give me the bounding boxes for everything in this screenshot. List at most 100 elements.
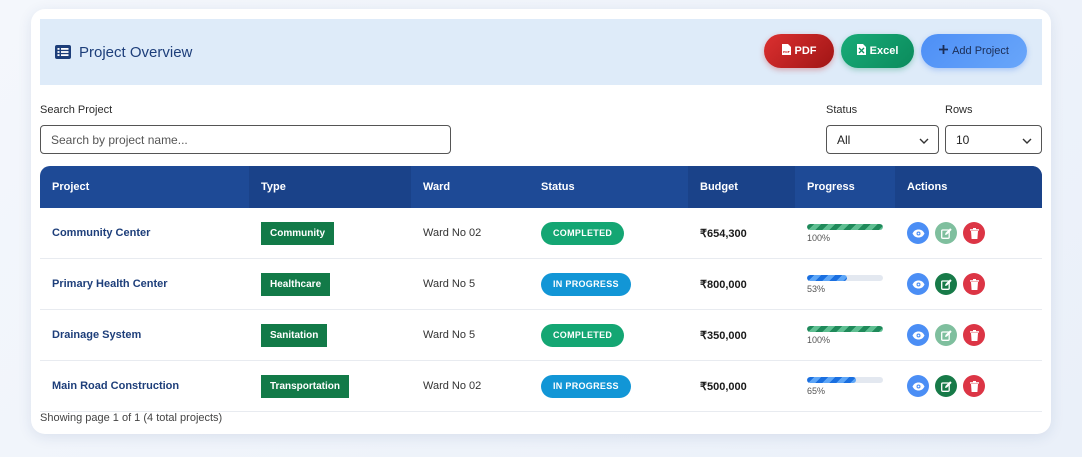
progress: 100% (807, 325, 883, 345)
export-pdf-button[interactable]: PDF PDF (764, 34, 834, 68)
progress-track (807, 325, 883, 332)
edit-button[interactable] (935, 375, 957, 397)
actions-cell (895, 310, 1042, 360)
progress-cell: 100% (795, 208, 895, 258)
column-header: Actions (895, 166, 1042, 208)
ward-cell: Ward No 02 (411, 361, 529, 411)
edit-button[interactable] (935, 222, 957, 244)
project-cell: Primary Health Center (40, 259, 249, 309)
progress-label: 65% (807, 385, 826, 396)
table-row: Main Road Construction Transportation Wa… (40, 361, 1042, 412)
budget-cell: ₹500,000 (688, 361, 795, 411)
edit-button[interactable] (935, 324, 957, 346)
budget-value: ₹500,000 (700, 380, 747, 393)
progress-fill (807, 274, 848, 281)
ward-text: Ward No 5 (423, 278, 476, 290)
export-excel-button[interactable]: Excel (841, 34, 914, 68)
column-header[interactable]: Status (529, 166, 688, 208)
table-body: Community Center Community Ward No 02 CO… (40, 208, 1042, 412)
budget-value: ₹800,000 (700, 278, 747, 291)
view-button[interactable] (907, 273, 929, 295)
ward-cell: Ward No 5 (411, 259, 529, 309)
status-badge: COMPLETED (541, 323, 625, 347)
status-badge: COMPLETED (541, 221, 625, 245)
chevron-down-icon (1022, 133, 1032, 147)
progress-track (807, 274, 883, 281)
status-cell: IN PROGRESS (529, 259, 688, 309)
edit-icon (940, 329, 952, 341)
view-button[interactable] (907, 324, 929, 346)
type-badge: Community (261, 221, 334, 245)
status-filter-label: Status (826, 104, 858, 116)
type-cell: Transportation (249, 361, 411, 411)
actions-cell (895, 361, 1042, 411)
column-header[interactable]: Budget (688, 166, 795, 208)
trash-icon (969, 329, 979, 341)
eye-icon (912, 382, 924, 390)
progress-cell: 100% (795, 310, 895, 360)
edit-button[interactable] (935, 273, 957, 295)
view-button[interactable] (907, 222, 929, 244)
column-header[interactable]: Type (249, 166, 411, 208)
page-title: Project Overview (79, 43, 193, 61)
project-name[interactable]: Community Center (52, 227, 150, 239)
eye-icon (912, 229, 924, 237)
view-button[interactable] (907, 375, 929, 397)
column-header[interactable]: Project (40, 166, 249, 208)
delete-button[interactable] (963, 222, 985, 244)
chevron-down-icon (919, 133, 929, 147)
ward-text: Ward No 02 (423, 380, 482, 392)
trash-icon (969, 278, 979, 290)
table-row: Drainage System Sanitation Ward No 5 COM… (40, 310, 1042, 361)
ward-text: Ward No 02 (423, 227, 482, 239)
type-cell: Sanitation (249, 310, 411, 360)
column-header[interactable]: Ward (411, 166, 529, 208)
add-project-button[interactable]: Add Project (921, 34, 1027, 68)
card-header: Project Overview PDF PDF Excel Add Proje… (40, 19, 1042, 85)
rows-select[interactable]: 10 (945, 125, 1042, 154)
project-name[interactable]: Drainage System (52, 329, 141, 341)
row-actions (907, 324, 985, 346)
ward-cell: Ward No 02 (411, 208, 529, 258)
edit-icon (940, 278, 952, 290)
projects-table: Project Type Ward Status Budget Progress… (40, 166, 1042, 412)
status-cell: COMPLETED (529, 310, 688, 360)
delete-button[interactable] (963, 324, 985, 346)
project-name[interactable]: Primary Health Center (52, 278, 168, 290)
status-select-value: All (837, 132, 851, 147)
progress-fill (807, 223, 883, 230)
type-cell: Community (249, 208, 411, 258)
excel-file-icon (856, 44, 866, 58)
project-name[interactable]: Main Road Construction (52, 380, 179, 392)
status-select[interactable]: All (826, 125, 939, 154)
list-icon (55, 45, 71, 59)
project-cell: Main Road Construction (40, 361, 249, 411)
project-cell: Drainage System (40, 310, 249, 360)
type-badge: Sanitation (261, 323, 328, 347)
table-header: Project Type Ward Status Budget Progress… (40, 166, 1042, 208)
progress-label: 100% (807, 334, 831, 345)
progress: 53% (807, 274, 883, 294)
svg-text:PDF: PDF (783, 50, 790, 54)
eye-icon (912, 280, 924, 288)
add-project-label: Add Project (952, 45, 1009, 57)
column-header[interactable]: Progress (795, 166, 895, 208)
delete-button[interactable] (963, 273, 985, 295)
row-actions (907, 375, 985, 397)
project-cell: Community Center (40, 208, 249, 258)
type-badge: Healthcare (261, 272, 331, 296)
project-overview-card: Project Overview PDF PDF Excel Add Proje… (31, 9, 1051, 434)
eye-icon (912, 331, 924, 339)
delete-button[interactable] (963, 375, 985, 397)
actions-cell (895, 208, 1042, 258)
row-actions (907, 222, 985, 244)
budget-cell: ₹800,000 (688, 259, 795, 309)
header-actions: PDF PDF Excel Add Project (764, 34, 1027, 68)
status-badge: IN PROGRESS (541, 374, 631, 398)
type-badge: Transportation (261, 374, 350, 398)
search-label: Search Project (40, 104, 113, 116)
progress-cell: 65% (795, 361, 895, 411)
search-input[interactable] (40, 125, 451, 154)
progress: 100% (807, 223, 883, 243)
rows-label: Rows (945, 104, 973, 116)
